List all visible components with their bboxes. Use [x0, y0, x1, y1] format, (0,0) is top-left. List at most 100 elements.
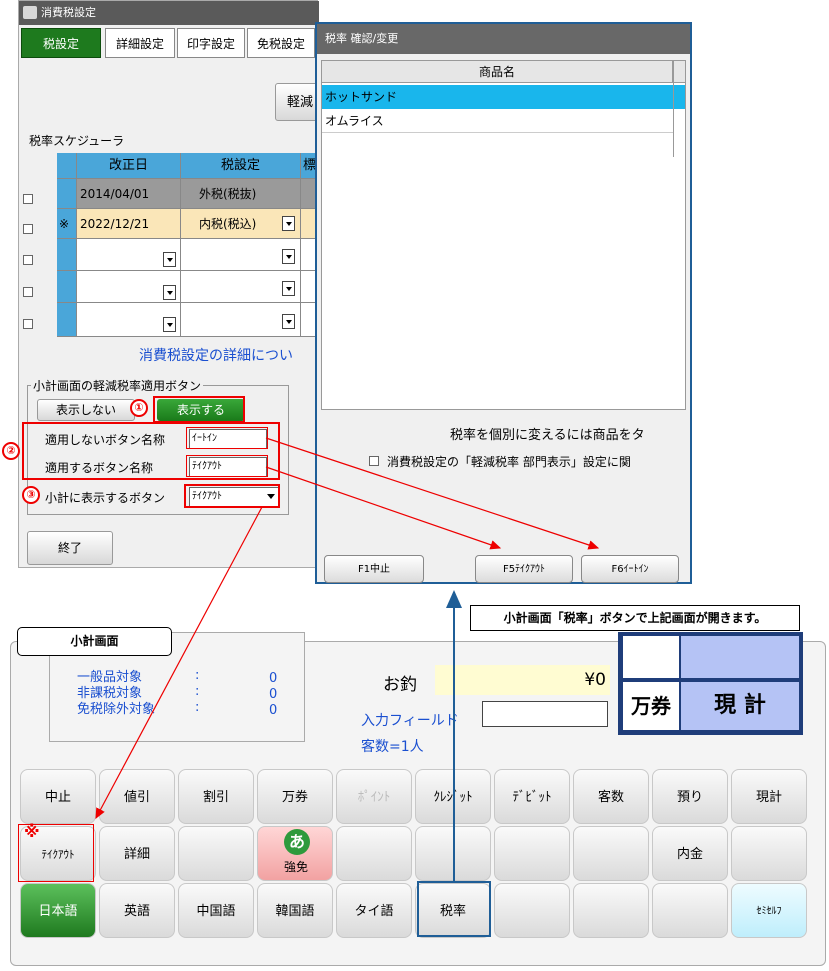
list-item-tail — [673, 85, 685, 109]
tax-rate-dialog: 税率 確認/変更 商品名 ホットサンド オムライス 税率を個別に変えるには商品を… — [315, 22, 692, 584]
key-empty[interactable] — [573, 826, 649, 881]
subtotal-label: 小計画面 — [17, 627, 172, 656]
date-dropdown-arrow[interactable] — [163, 317, 176, 332]
colon: : — [195, 684, 200, 699]
dialog-note: 税率を個別に変えるには商品をタ — [450, 428, 645, 443]
dept-display-checkbox[interactable] — [369, 456, 379, 466]
genkei-key[interactable]: 現 計 — [681, 682, 799, 730]
settings-window: 消費税設定 税設定 詳細設定 印字設定 免税設定 軽減 税率スケジューラ 改正日… — [18, 0, 341, 568]
key-debit[interactable]: ﾃﾞﾋﾞｯﾄ — [494, 769, 570, 824]
key-point[interactable]: ﾎﾟｲﾝﾄ — [336, 769, 412, 824]
key-uchikin[interactable]: 内金 — [652, 826, 728, 881]
cell-date[interactable]: 2014/04/01 — [77, 179, 181, 209]
tax-dropdown-arrow[interactable] — [282, 216, 295, 231]
grid-corner — [57, 153, 77, 179]
column-date: 改正日 — [77, 153, 181, 179]
key-empty[interactable] — [415, 826, 491, 881]
marker-1: ① — [130, 399, 148, 417]
app-icon — [23, 6, 37, 19]
list-header: 商品名 — [322, 61, 673, 83]
tab-tax-settings[interactable]: 税設定 — [21, 28, 101, 58]
info-value: 0 — [269, 671, 278, 686]
tab-detail-settings[interactable]: 詳細設定 — [105, 28, 175, 58]
not-apply-input-highlight — [186, 427, 268, 449]
key-man-ken[interactable]: 万券 — [257, 769, 333, 824]
schedule-label: 税率スケジューラ — [29, 134, 125, 148]
hide-button[interactable]: 表示しない — [37, 399, 135, 421]
kyomen-label: 強免 — [283, 860, 308, 874]
key-thai[interactable]: タイ語 — [336, 883, 412, 938]
key-credit[interactable]: ｸﾚｼﾞｯﾄ — [415, 769, 491, 824]
column-divider — [673, 61, 674, 157]
key-cancel[interactable]: 中止 — [20, 769, 96, 824]
f6-eatin-button[interactable]: F6ｲｰﾄｲﾝ — [581, 555, 679, 583]
row-header — [57, 179, 77, 209]
asterisk-mark: ※ — [24, 822, 40, 841]
key-empty[interactable] — [494, 826, 570, 881]
list-header-spacer — [673, 61, 685, 83]
row-checkbox[interactable] — [23, 224, 33, 234]
blank-key[interactable] — [623, 636, 679, 678]
tax-rate-highlight — [417, 881, 491, 937]
tax-dropdown-arrow[interactable] — [282, 281, 295, 296]
info-label: 一般品対象 — [77, 670, 143, 685]
key-semi-self[interactable]: ｾﾐｾﾙﾌ — [731, 883, 807, 938]
row-checkbox[interactable] — [23, 287, 33, 297]
tab-taxfree-settings[interactable]: 免税設定 — [247, 28, 315, 58]
key-empty[interactable] — [731, 826, 807, 881]
key-guests[interactable]: 客数 — [573, 769, 649, 824]
display-label: 小計に表示するボタン — [45, 491, 166, 505]
marker-2: ② — [2, 442, 20, 460]
tax-dropdown-arrow[interactable] — [282, 314, 295, 329]
input-field-label: 入力フィールド — [361, 713, 459, 729]
key-genkei[interactable]: 現計 — [731, 769, 807, 824]
key-korean[interactable]: 韓国語 — [257, 883, 333, 938]
f5-takeout-button[interactable]: F5ﾃｲｸｱｳﾄ — [475, 555, 573, 583]
list-item[interactable]: オムライス — [322, 109, 673, 133]
dialog-title: 税率 確認/変更 — [317, 24, 690, 54]
settings-titlebar: 消費税設定 — [19, 1, 319, 25]
input-field[interactable] — [482, 701, 608, 727]
info-colons: : : : — [195, 668, 199, 716]
guests-count: 客数=1人 — [361, 739, 424, 755]
key-kyomen[interactable]: あ 強免 — [257, 826, 333, 881]
list-item[interactable]: ホットサンド — [322, 85, 673, 109]
key-discount-amount[interactable]: 値引 — [99, 769, 175, 824]
end-button[interactable]: 終了 — [27, 531, 113, 565]
f1-cancel-button[interactable]: F1中止 — [324, 555, 424, 583]
row-checkbox[interactable] — [23, 319, 33, 329]
key-empty[interactable] — [494, 883, 570, 938]
key-discount-rate[interactable]: 割引 — [178, 769, 254, 824]
column-tax: 税設定 — [181, 153, 301, 179]
detail-link[interactable]: 消費税設定の詳細につい — [139, 345, 293, 365]
key-chinese[interactable]: 中国語 — [178, 883, 254, 938]
top-blue-key[interactable] — [681, 636, 799, 678]
colon: : — [195, 700, 200, 715]
key-english[interactable]: 英語 — [99, 883, 175, 938]
cell-tax[interactable]: 外税(税抜) — [181, 179, 301, 209]
row-checkbox[interactable] — [23, 194, 33, 204]
tax-dropdown-arrow[interactable] — [282, 249, 295, 264]
date-dropdown-arrow[interactable] — [163, 285, 176, 300]
key-empty[interactable] — [336, 826, 412, 881]
date-dropdown-arrow[interactable] — [163, 252, 176, 267]
key-empty[interactable] — [652, 883, 728, 938]
schedule-grid: 改正日 税設定 標準 2014/04/01 外税(税抜) 8 ※ 2022/12… — [57, 153, 341, 337]
row-checkbox[interactable] — [23, 255, 33, 265]
key-empty[interactable] — [573, 883, 649, 938]
key-detail[interactable]: 詳細 — [99, 826, 175, 881]
man-ken-key[interactable]: 万券 — [623, 682, 679, 730]
group-title: 小計画面の軽減税率適用ボタン — [31, 377, 204, 394]
cell-date[interactable]: 2022/12/21 — [77, 209, 181, 239]
info-block: 一般品対象 非課税対象 免税除外対象 — [77, 670, 155, 718]
callout-note: 小計画面「税率」ボタンで上記画面が開きます。 — [470, 605, 800, 631]
marker-3: ③ — [22, 486, 40, 504]
tab-print-settings[interactable]: 印字設定 — [177, 28, 245, 58]
row-marker: ※ — [57, 209, 77, 239]
key-deposit[interactable]: 預り — [652, 769, 728, 824]
key-japanese[interactable]: 日本語 — [20, 883, 96, 938]
dept-display-label: 消費税設定の「軽減税率 部門表示」設定に関 — [387, 455, 631, 469]
show-button-highlight — [153, 396, 245, 423]
change-value: ¥0 — [435, 665, 610, 695]
key-empty[interactable] — [178, 826, 254, 881]
